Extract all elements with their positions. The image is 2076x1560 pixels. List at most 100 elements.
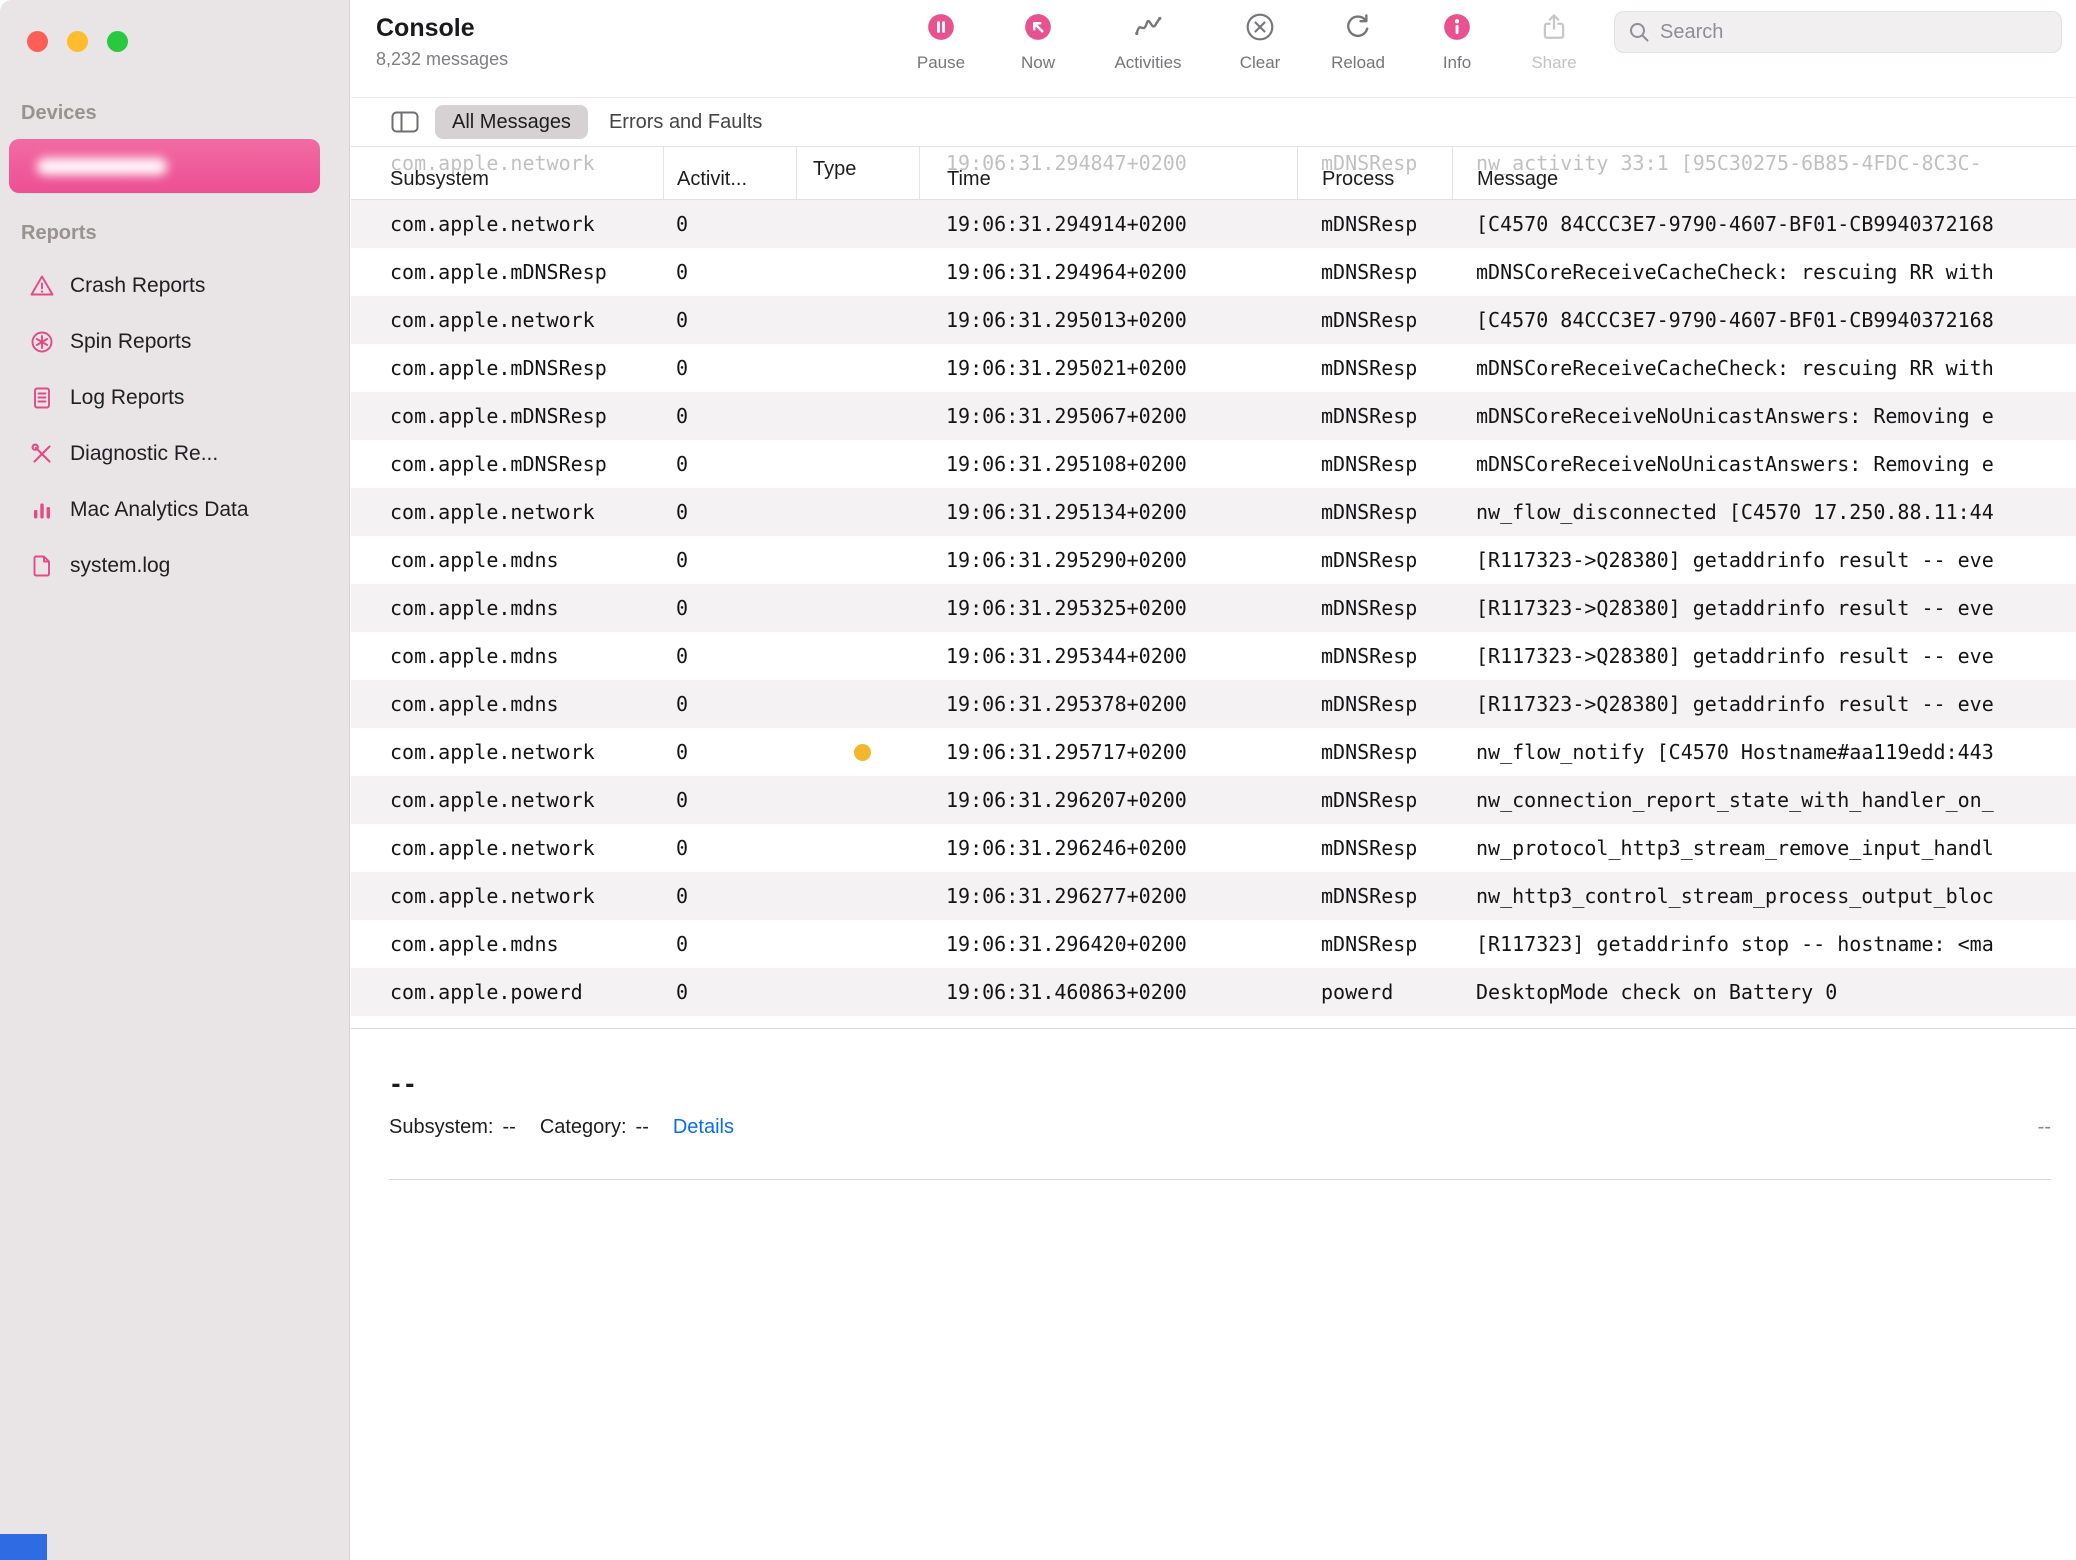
- cell-time: 19:06:31.296277+0200: [919, 884, 1297, 908]
- log-row[interactable]: com.apple.mDNSResp 0 19:06:31.295067+020…: [351, 392, 2076, 440]
- column-header-activity[interactable]: Activit...: [663, 147, 796, 200]
- log-row[interactable]: com.apple.mDNSResp 0 19:06:31.295021+020…: [351, 344, 2076, 392]
- search-field[interactable]: [1614, 11, 2062, 53]
- table-body: com.apple.network 0 19:06:31.294914+0200…: [351, 200, 2076, 1016]
- log-row[interactable]: com.apple.network 0 19:06:31.295717+0200…: [351, 728, 2076, 776]
- column-header-subsystem[interactable]: Subsystem: [351, 147, 663, 200]
- tab-all-messages[interactable]: All Messages: [435, 105, 588, 139]
- log-row[interactable]: com.apple.mdns 0 19:06:31.295325+0200 mD…: [351, 584, 2076, 632]
- cell-message: DesktopMode check on Battery 0: [1452, 980, 2076, 1004]
- detail-title: --: [389, 1072, 417, 1098]
- sidebar-item-log-reports[interactable]: Log Reports: [0, 370, 349, 426]
- message-count: 8,232 messages: [376, 49, 508, 70]
- activities-button[interactable]: Activities: [1100, 12, 1196, 73]
- cell-subsystem: com.apple.mdns: [351, 644, 663, 668]
- clear-circle-x-icon: [1245, 12, 1275, 42]
- log-row[interactable]: com.apple.mdns 0 19:06:31.295290+0200 mD…: [351, 536, 2076, 584]
- search-input[interactable]: [1660, 21, 2049, 44]
- reload-label: Reload: [1310, 53, 1406, 73]
- share-label: Share: [1506, 53, 1602, 73]
- cell-activity: 0: [663, 884, 796, 908]
- cell-message: mDNSCoreReceiveCacheCheck: rescuing RR w…: [1452, 356, 2076, 380]
- log-row[interactable]: com.apple.mdns 0 19:06:31.295378+0200 mD…: [351, 680, 2076, 728]
- pause-label: Pause: [893, 53, 989, 73]
- log-row[interactable]: com.apple.network 0 19:06:31.296277+0200…: [351, 872, 2076, 920]
- detail-divider: [389, 1179, 2051, 1180]
- cell-message: nw_protocol_http3_stream_remove_input_ha…: [1452, 836, 2076, 860]
- column-header-type[interactable]: Type: [796, 147, 919, 200]
- cell-subsystem: com.apple.network: [351, 788, 663, 812]
- sidebar-toggle-icon[interactable]: [391, 109, 419, 135]
- cell-activity: 0: [663, 356, 796, 380]
- cell-message: [C4570 84CCC3E7-9790-4607-BF01-CB9940372…: [1452, 212, 2076, 236]
- tab-errors-and-faults[interactable]: Errors and Faults: [609, 111, 762, 134]
- log-row[interactable]: com.apple.mDNSResp 0 19:06:31.294964+020…: [351, 248, 2076, 296]
- cell-time: 19:06:31.295108+0200: [919, 452, 1297, 476]
- cell-subsystem: com.apple.mdns: [351, 548, 663, 572]
- log-row[interactable]: com.apple.mDNSResp 0 19:06:31.295108+020…: [351, 440, 2076, 488]
- reload-circular-arrow-icon: [1343, 12, 1373, 42]
- cell-time: 19:06:31.295021+0200: [919, 356, 1297, 380]
- column-header-message[interactable]: Message: [1452, 147, 2076, 200]
- log-row[interactable]: com.apple.network 0 19:06:31.296246+0200…: [351, 824, 2076, 872]
- log-row[interactable]: com.apple.mdns 0 19:06:31.295344+0200 mD…: [351, 632, 2076, 680]
- cell-subsystem: com.apple.mDNSResp: [351, 356, 663, 380]
- cell-activity: 0: [663, 596, 796, 620]
- sidebar-item-label: Diagnostic Re...: [70, 442, 218, 466]
- cell-activity: 0: [663, 644, 796, 668]
- close-window-button[interactable]: [27, 31, 48, 52]
- minimize-window-button[interactable]: [67, 31, 88, 52]
- filter-bar: All Messages Errors and Faults: [351, 97, 2076, 147]
- cell-process: mDNSResp: [1297, 308, 1452, 332]
- cell-time: 19:06:31.295378+0200: [919, 692, 1297, 716]
- share-button[interactable]: Share: [1506, 12, 1602, 73]
- detail-category-label: Category:: [540, 1116, 627, 1139]
- cell-subsystem: com.apple.mdns: [351, 596, 663, 620]
- devices-section-title: Devices: [21, 102, 97, 125]
- log-row[interactable]: com.apple.network 0 19:06:31.296207+0200…: [351, 776, 2076, 824]
- header-row: Subsystem Activit... Type Time Process M…: [351, 147, 2076, 200]
- pause-icon: [926, 12, 956, 42]
- cell-subsystem: com.apple.mdns: [351, 932, 663, 956]
- column-header-process[interactable]: Process: [1297, 147, 1452, 200]
- cell-message: [R117323->Q28380] getaddrinfo result -- …: [1452, 692, 2076, 716]
- zoom-window-button[interactable]: [107, 31, 128, 52]
- cell-type: [796, 744, 919, 761]
- cell-time: 19:06:31.295325+0200: [919, 596, 1297, 620]
- column-header-time[interactable]: Time: [919, 147, 1297, 200]
- info-button[interactable]: Info: [1409, 12, 1505, 73]
- detail-subsystem-value: --: [502, 1116, 515, 1139]
- sidebar-item-device-selected[interactable]: [9, 139, 320, 193]
- reload-button[interactable]: Reload: [1310, 12, 1406, 73]
- main-content: Console 8,232 messages Pause: [351, 0, 2076, 1560]
- cell-activity: 0: [663, 500, 796, 524]
- sidebar-item-system-log[interactable]: system.log: [0, 538, 349, 594]
- now-label: Now: [990, 53, 1086, 73]
- sidebar: Devices Reports Crash Reports: [0, 0, 350, 1560]
- cell-time: 19:06:31.295013+0200: [919, 308, 1297, 332]
- sidebar-item-spin-reports[interactable]: Spin Reports: [0, 314, 349, 370]
- log-row[interactable]: com.apple.network 0 19:06:31.294914+0200…: [351, 200, 2076, 248]
- crossed-tools-icon: [29, 441, 55, 467]
- now-button[interactable]: Now: [990, 12, 1086, 73]
- cell-subsystem: com.apple.network: [351, 308, 663, 332]
- cell-process: mDNSResp: [1297, 692, 1452, 716]
- sidebar-item-mac-analytics[interactable]: Mac Analytics Data: [0, 482, 349, 538]
- activities-squiggle-icon: [1133, 12, 1163, 42]
- clear-button[interactable]: Clear: [1212, 12, 1308, 73]
- sidebar-item-diagnostic-reports[interactable]: Diagnostic Re...: [0, 426, 349, 482]
- cell-subsystem: com.apple.mDNSResp: [351, 404, 663, 428]
- sidebar-item-crash-reports[interactable]: Crash Reports: [0, 258, 349, 314]
- log-row[interactable]: com.apple.network 0 19:06:31.295013+0200…: [351, 296, 2076, 344]
- cell-time: 19:06:31.296207+0200: [919, 788, 1297, 812]
- details-link[interactable]: Details: [673, 1116, 734, 1139]
- sidebar-item-label: Spin Reports: [70, 330, 191, 354]
- reports-section-title: Reports: [21, 222, 97, 245]
- log-row[interactable]: com.apple.powerd 0 19:06:31.460863+0200 …: [351, 968, 2076, 1016]
- cell-subsystem: com.apple.powerd: [351, 980, 663, 1004]
- log-row[interactable]: com.apple.network 0 19:06:31.295134+0200…: [351, 488, 2076, 536]
- pause-button[interactable]: Pause: [893, 12, 989, 73]
- info-label: Info: [1409, 53, 1505, 73]
- cell-process: powerd: [1297, 980, 1452, 1004]
- log-row[interactable]: com.apple.mdns 0 19:06:31.296420+0200 mD…: [351, 920, 2076, 968]
